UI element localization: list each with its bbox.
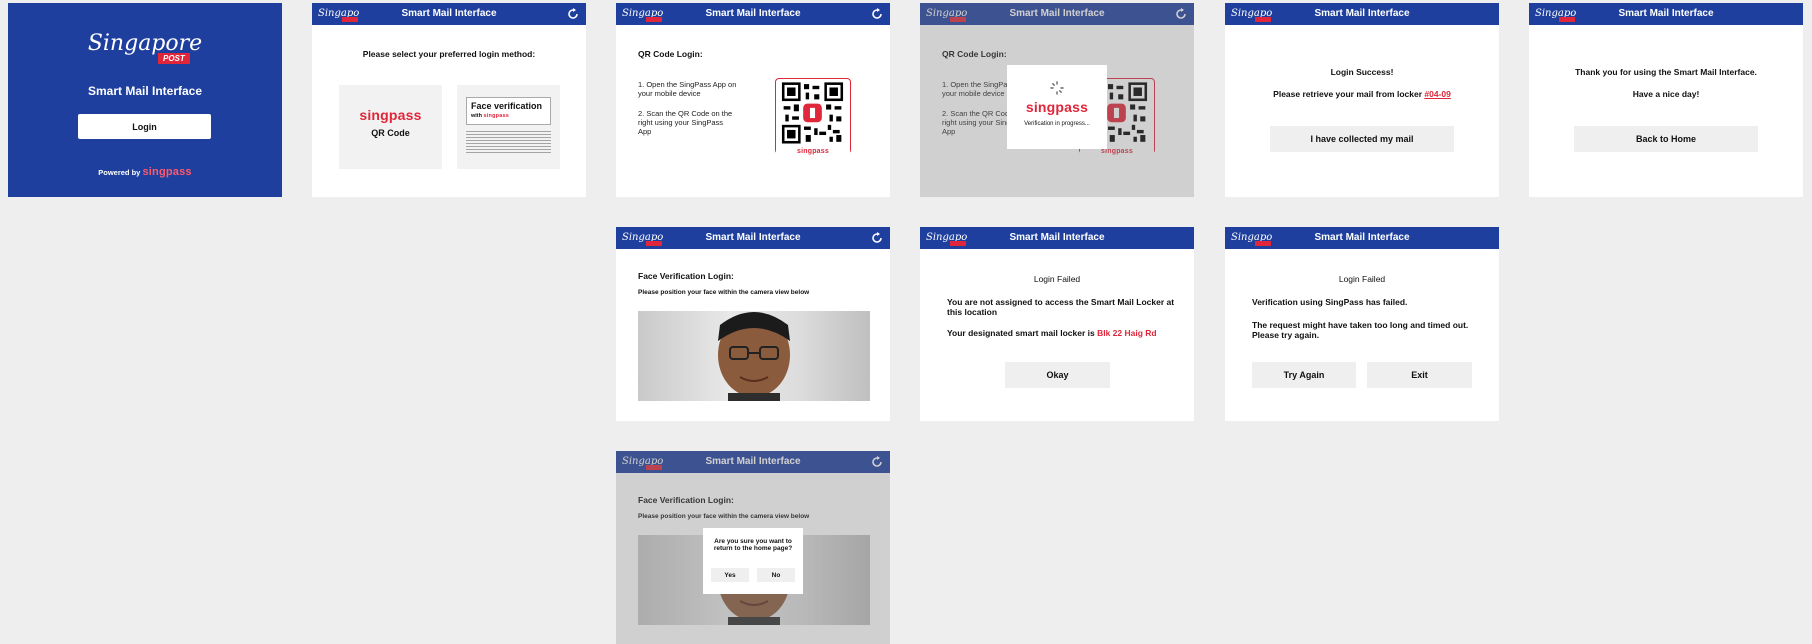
welcome-title: Smart Mail Interface: [87, 84, 203, 98]
face-login-heading: Face Verification Login:: [638, 271, 734, 281]
face-confirm-home-screen: Singapore Smart Mail Interface Face Veri…: [616, 451, 890, 644]
app-title: Smart Mail Interface: [705, 8, 801, 19]
confirm-yes-button[interactable]: Yes: [711, 568, 749, 582]
okay-button[interactable]: Okay: [1005, 362, 1110, 388]
qr-step-1: 1. Open the SingPass App on your mobile …: [638, 80, 737, 98]
exit-button[interactable]: Exit: [1367, 362, 1472, 388]
header-bar: Singapore Smart Mail Interface: [312, 3, 586, 25]
locker-number-link[interactable]: #04-09: [1424, 89, 1450, 99]
face-verification-badge: Face verification with singpass: [466, 97, 551, 125]
header-bar: Singapore Smart Mail Interface: [1225, 227, 1499, 249]
app-title: Smart Mail Interface: [1314, 8, 1410, 19]
try-again-button[interactable]: Try Again: [1252, 362, 1356, 388]
verification-progress-text: Verification in progress...: [1024, 121, 1090, 127]
refresh-icon[interactable]: [566, 7, 580, 21]
refresh-icon[interactable]: [870, 231, 884, 245]
singpass-logo: singpass: [1025, 99, 1089, 115]
refresh-icon[interactable]: [870, 7, 884, 21]
verification-modal: singpass Verification in progress...: [1007, 65, 1107, 149]
post-badge: POST: [158, 53, 190, 64]
singpass-label: singpass: [776, 148, 850, 155]
app-title: Smart Mail Interface: [1314, 232, 1410, 243]
thank-you-screen: Singapore Smart Mail Interface Thank you…: [1529, 3, 1803, 197]
confirm-no-button[interactable]: No: [757, 568, 795, 582]
face-verification-option[interactable]: Face verification with singpass: [457, 85, 560, 169]
login-failed-timeout-screen: Singapore Smart Mail Interface Login Fai…: [1225, 227, 1499, 421]
login-button[interactable]: Login: [78, 114, 211, 139]
nice-day-message: Have a nice day!: [1632, 89, 1700, 99]
face-verification-with: with singpass: [471, 113, 509, 119]
face-verification-fineprint: [466, 131, 551, 153]
singapore-post-logo: Singapore POST: [87, 31, 203, 64]
app-title: Smart Mail Interface: [401, 8, 497, 19]
qr-login-heading: QR Code Login:: [638, 49, 703, 59]
not-assigned-message: You are not assigned to access the Smart…: [947, 297, 1175, 317]
login-method-prompt: Please select your preferred login metho…: [362, 49, 536, 59]
app-title: Smart Mail Interface: [705, 232, 801, 243]
qr-code-option-label: QR Code: [371, 128, 410, 138]
header-bar: Singapore Smart Mail Interface: [920, 227, 1194, 249]
powered-by-label: Powered by: [98, 168, 141, 177]
login-failed-locker-screen: Singapore Smart Mail Interface Login Fai…: [920, 227, 1194, 421]
confirm-home-dialog: Are you sure you want to return to the h…: [703, 528, 803, 594]
header-bar: Singapore Smart Mail Interface: [616, 3, 890, 25]
app-title: Smart Mail Interface: [1618, 8, 1714, 19]
singpass-logo: singpass: [359, 107, 422, 123]
header-bar: Singapore Smart Mail Interface: [616, 227, 890, 249]
welcome-screen: Singapore POST Smart Mail Interface Logi…: [8, 3, 282, 197]
thank-you-message: Thank you for using the Smart Mail Inter…: [1575, 67, 1757, 77]
retrieve-mail-message: Please retrieve your mail from locker #0…: [1273, 89, 1451, 99]
login-failed-title: Login Failed: [1338, 274, 1386, 284]
face-verification-title: Face verification: [471, 101, 543, 111]
qr-step-2: 2. Scan the QR Code on the right using y…: [638, 109, 733, 136]
header-bar: Singapore Smart Mail Interface: [1225, 3, 1499, 25]
confirm-home-question: Are you sure you want to return to the h…: [713, 538, 793, 552]
singpass-logo: singpass: [142, 166, 192, 178]
qr-code-option[interactable]: singpass QR Code: [339, 85, 442, 169]
timeout-message: The request might have taken too long an…: [1252, 320, 1469, 340]
designated-locker-location: Blk 22 Haig Rd: [1097, 328, 1157, 338]
face-position-instruction: Please position your face within the cam…: [638, 289, 810, 296]
login-success-title: Login Success!: [1330, 67, 1394, 77]
loading-spinner-icon: [1050, 81, 1064, 95]
header-bar: Singapore Smart Mail Interface: [1529, 3, 1803, 25]
designated-locker-message: Your designated smart mail locker is Blk…: [947, 328, 1157, 338]
login-method-screen: Singapore Smart Mail Interface Please se…: [312, 3, 586, 197]
collected-mail-button[interactable]: I have collected my mail: [1270, 126, 1454, 152]
login-failed-title: Login Failed: [1033, 274, 1081, 284]
qr-verifying-screen: Singapore Smart Mail Interface QR Code L…: [920, 3, 1194, 197]
back-to-home-button[interactable]: Back to Home: [1574, 126, 1758, 152]
qr-login-screen: Singapore Smart Mail Interface QR Code L…: [616, 3, 890, 197]
powered-by: Powered by singpass: [8, 166, 282, 178]
login-success-screen: Singapore Smart Mail Interface Login Suc…: [1225, 3, 1499, 197]
singpass-qr-code: singpass: [775, 78, 851, 155]
app-title: Smart Mail Interface: [1009, 232, 1105, 243]
singpass-failed-message: Verification using SingPass has failed.: [1252, 297, 1408, 307]
camera-view: [638, 311, 870, 401]
face-login-screen: Singapore Smart Mail Interface Face Veri…: [616, 227, 890, 421]
